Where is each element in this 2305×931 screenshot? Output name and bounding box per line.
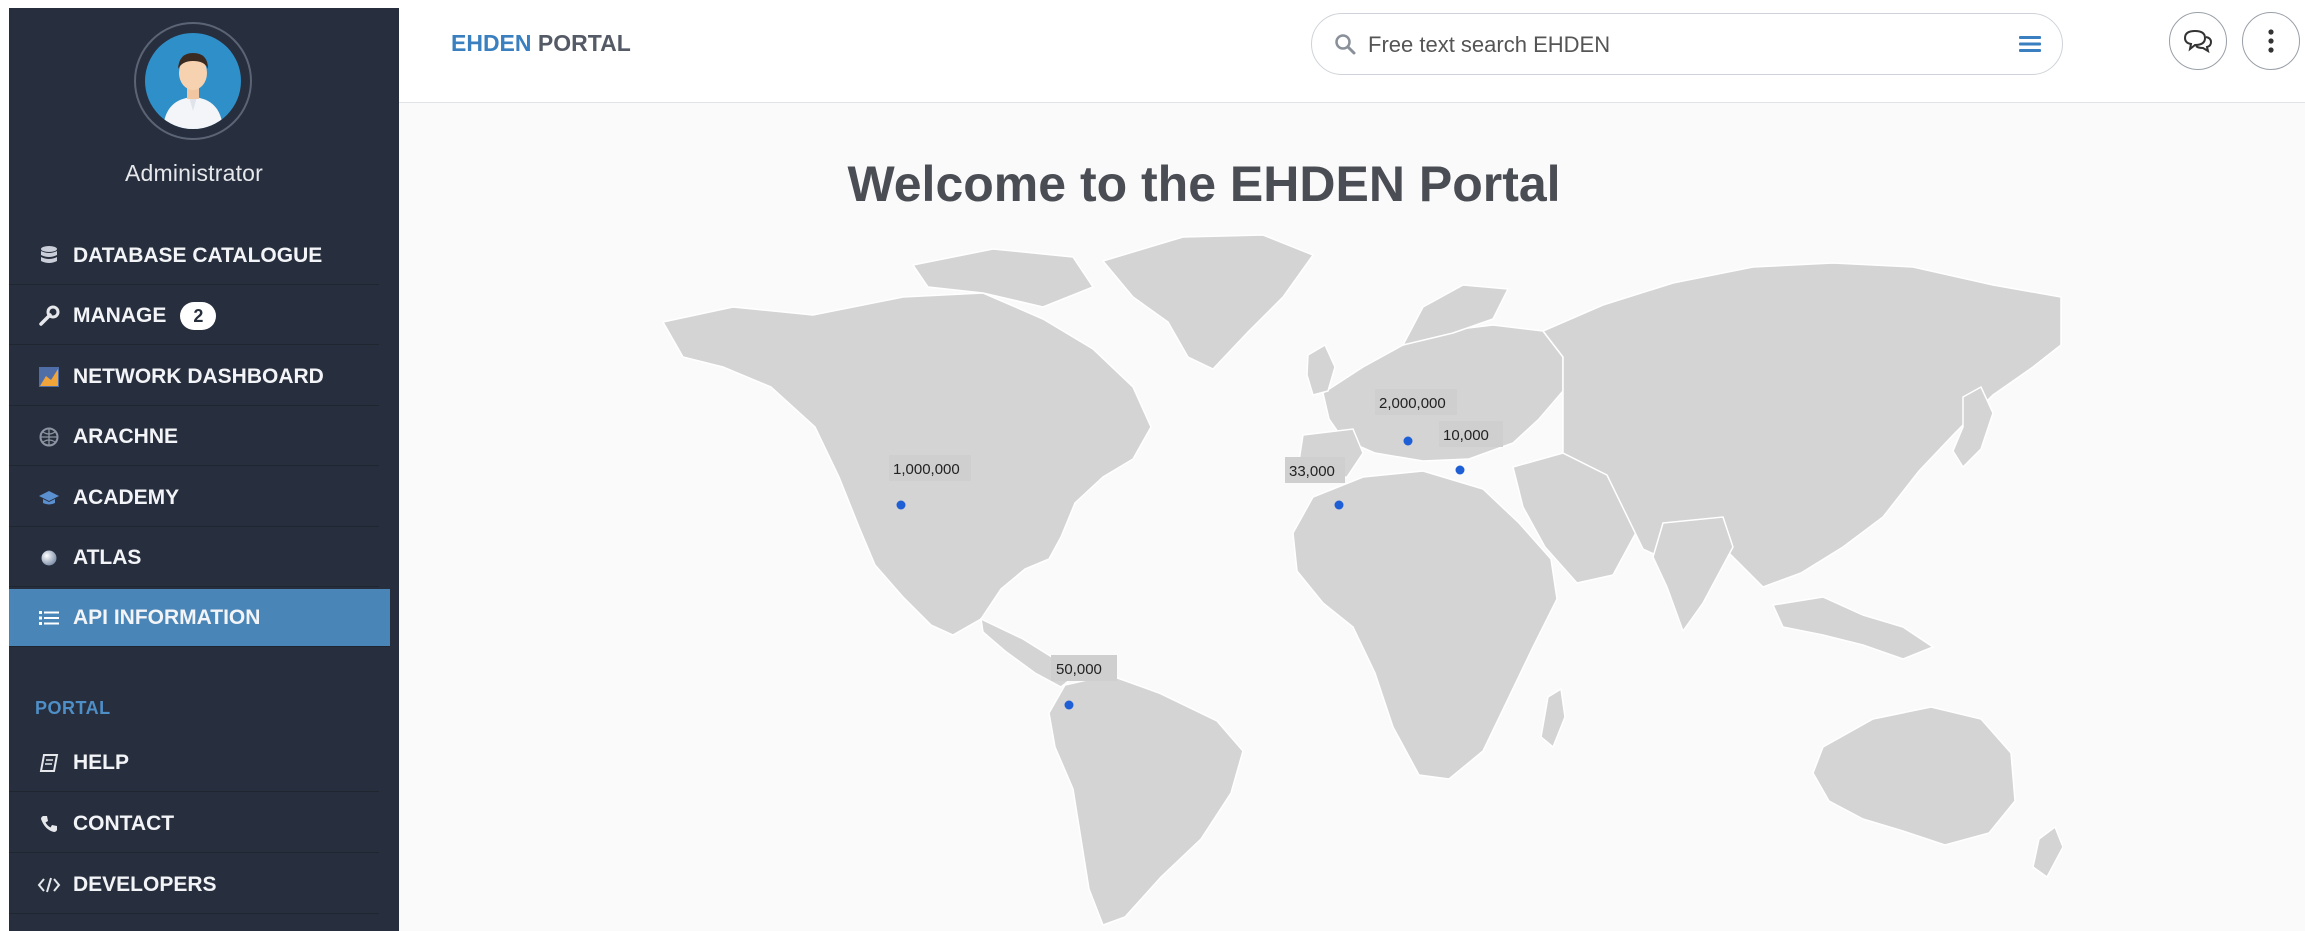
world-map[interactable]: 1,000,000 2,000,000 10,000 33,000 50,000 xyxy=(663,227,2063,927)
main-content: Welcome to the EHDEN Portal 1,000,000 2,… xyxy=(399,103,2305,931)
brand-part-ehden: EHDEN xyxy=(451,30,532,56)
user-avatar-icon xyxy=(145,33,241,129)
phone-icon xyxy=(37,812,61,836)
database-icon xyxy=(37,244,61,268)
search-bar xyxy=(1311,13,2063,75)
map-marker-dot xyxy=(1455,465,1465,475)
more-vertical-icon xyxy=(2268,29,2274,53)
map-marker-label: 33,000 xyxy=(1289,463,1335,480)
search-options-menu-icon[interactable] xyxy=(2018,34,2042,54)
map-region-south-america xyxy=(1048,674,1244,926)
sidebar-item-atlas[interactable]: ATLAS xyxy=(9,529,379,587)
sidebar-item-label: API INFORMATION xyxy=(73,605,261,629)
sidebar-item-label: ATLAS xyxy=(73,545,142,569)
sidebar: Administrator DATABASE CATALOGUE MANAGE … xyxy=(9,8,399,931)
chat-button[interactable] xyxy=(2169,12,2227,70)
sidebar-item-label: CONTACT xyxy=(73,811,175,835)
search-icon xyxy=(1335,34,1356,55)
sidebar-item-database-catalogue[interactable]: DATABASE CATALOGUE xyxy=(9,227,379,285)
map-region-new-zealand xyxy=(2032,825,2063,879)
sidebar-item-developers[interactable]: DEVELOPERS xyxy=(9,856,379,914)
section-heading-portal: PORTAL xyxy=(35,698,111,718)
more-options-button[interactable] xyxy=(2242,12,2300,70)
sidebar-item-contact[interactable]: CONTACT xyxy=(9,795,379,853)
sidebar-item-manage[interactable]: MANAGE 2 xyxy=(9,287,379,345)
username: Administrator xyxy=(124,160,264,186)
globe-icon xyxy=(37,425,61,449)
map-marker-dot xyxy=(1403,436,1413,446)
sidebar-item-label: HELP xyxy=(73,750,130,774)
map-region-india xyxy=(1652,516,1734,633)
book-icon xyxy=(37,751,61,775)
map-region-australia xyxy=(1812,706,2016,846)
notification-badge: 2 xyxy=(180,301,217,330)
map-marker-dot xyxy=(1334,500,1344,510)
wrench-icon xyxy=(37,304,61,328)
map-marker-label: 10,000 xyxy=(1443,427,1489,444)
chart-icon xyxy=(37,365,61,389)
sidebar-item-label: ARACHNE xyxy=(73,424,178,448)
map-region-africa xyxy=(1292,470,1558,780)
map-marker-dot xyxy=(896,500,906,510)
sidebar-item-help[interactable]: HELP xyxy=(9,734,379,792)
map-region-southeast-asia xyxy=(1771,596,1935,660)
brand-logo-text[interactable]: EHDEN PORTAL xyxy=(451,30,631,57)
top-header: EHDEN PORTAL xyxy=(399,0,2305,103)
sidebar-item-api-information[interactable]: API INFORMATION xyxy=(9,589,390,647)
search-input[interactable] xyxy=(1366,26,1990,64)
chat-icon xyxy=(2183,29,2213,54)
map-marker-label: 50,000 xyxy=(1056,661,1102,678)
map-marker-dot xyxy=(1064,700,1074,710)
sidebar-item-label: ACADEMY xyxy=(73,485,180,509)
sidebar-item-network-dashboard[interactable]: NETWORK DASHBOARD xyxy=(9,348,379,406)
sphere-icon xyxy=(37,546,61,570)
sidebar-item-academy[interactable]: ACADEMY xyxy=(9,469,379,527)
sidebar-item-label: DATABASE CATALOGUE xyxy=(73,243,323,267)
map-region-greenland xyxy=(1101,234,1315,370)
sidebar-item-label: DEVELOPERS xyxy=(73,872,217,896)
code-icon xyxy=(37,873,61,897)
avatar[interactable] xyxy=(134,22,252,140)
page-title: Welcome to the EHDEN Portal xyxy=(847,156,1561,212)
sidebar-item-label: NETWORK DASHBOARD xyxy=(73,364,324,388)
brand-part-portal: PORTAL xyxy=(537,30,631,56)
sidebar-item-label: MANAGE xyxy=(73,303,167,327)
list-icon xyxy=(37,606,61,630)
map-region-madagascar xyxy=(1540,687,1566,749)
sidebar-item-arachne[interactable]: ARACHNE xyxy=(9,408,379,466)
graduation-cap-icon xyxy=(37,486,61,510)
map-marker-label: 2,000,000 xyxy=(1379,395,1446,412)
map-marker-label: 1,000,000 xyxy=(893,461,960,478)
